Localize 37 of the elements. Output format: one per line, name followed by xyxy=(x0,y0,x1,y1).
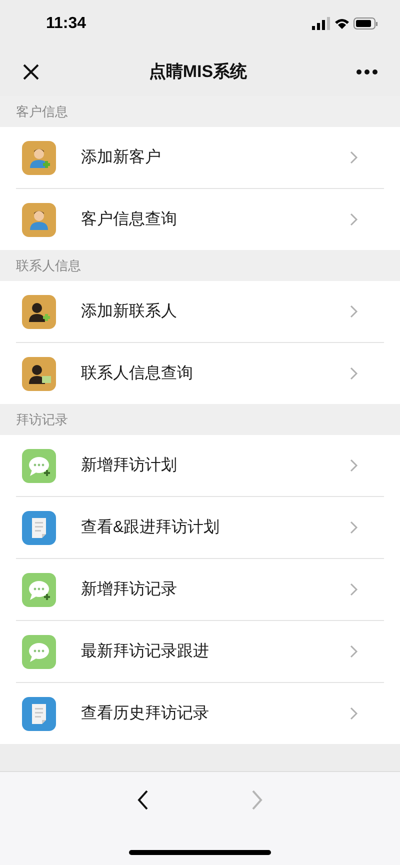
chevron-icon xyxy=(350,213,358,226)
menu-item[interactable]: 联系人信息查询 xyxy=(16,343,384,404)
section-header: 拜访记录 xyxy=(16,410,68,429)
chevron-icon xyxy=(350,367,358,380)
document-icon xyxy=(22,510,56,544)
chevron-icon xyxy=(350,459,358,472)
wifi-icon xyxy=(335,19,349,29)
page-title: 点睛MIS系统 xyxy=(148,61,248,84)
chevron-icon xyxy=(350,305,358,318)
person-icon xyxy=(22,202,56,236)
menu-item[interactable]: 最新拜访记录跟进 xyxy=(16,621,384,682)
chevron-icon xyxy=(350,583,358,596)
document-icon xyxy=(22,696,56,730)
chevron-icon xyxy=(350,645,358,658)
person-add-icon xyxy=(22,294,56,328)
menu-item[interactable]: 添加新联系人 xyxy=(16,281,384,342)
chevron-icon xyxy=(350,151,358,164)
chevron-icon xyxy=(350,707,358,720)
battery-icon xyxy=(354,18,378,30)
menu-item[interactable]: 添加新客户 xyxy=(16,127,384,188)
section-header: 联系人信息 xyxy=(16,256,81,275)
close-icon[interactable] xyxy=(22,63,40,81)
menu-item[interactable]: 新增拜访计划 xyxy=(16,435,384,496)
menu-item[interactable]: 查看历史拜访记录 xyxy=(16,683,384,744)
signal-icon xyxy=(312,17,330,30)
chevron-icon xyxy=(350,521,358,534)
section-header: 客户信息 xyxy=(16,102,68,121)
chat-icon xyxy=(22,634,56,668)
contact-card-icon xyxy=(22,356,56,390)
menu-item[interactable]: 客户信息查询 xyxy=(16,189,384,250)
person-add-icon xyxy=(22,140,56,174)
more-icon[interactable] xyxy=(356,69,378,75)
menu-item[interactable]: 查看&跟进拜访计划 xyxy=(16,497,384,558)
status-time: 11:34 xyxy=(46,14,86,34)
menu-item[interactable]: 新增拜访记录 xyxy=(16,559,384,620)
chat-add-icon xyxy=(22,448,56,482)
chat-add-icon xyxy=(22,572,56,606)
